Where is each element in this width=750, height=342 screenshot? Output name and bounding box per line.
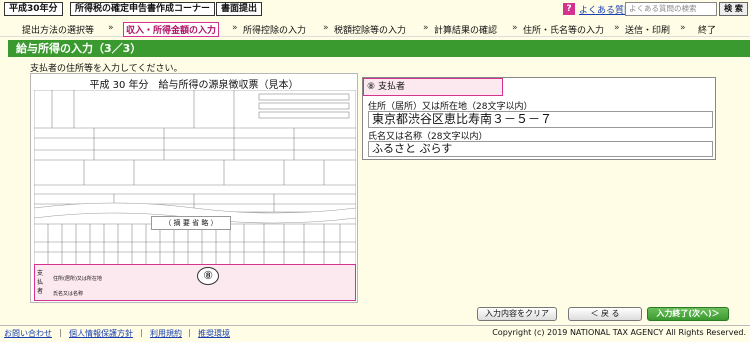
faq-icon[interactable]: ? (563, 3, 575, 15)
footer: お問い合わせ | 個人情報保護方針 | 利用規約 | 推奨環境 Copyrigh… (0, 325, 750, 342)
step-finish: 終了 (698, 26, 717, 36)
step-arrow-icon: » (423, 23, 429, 33)
step-send-print: 送信・印刷 (625, 26, 671, 36)
slip-title: 平成 30 年分 給与所得の源泉徴収票（見本） (89, 80, 299, 91)
paper-submission-button[interactable]: 書面提出 (216, 2, 263, 16)
slip-name-label: 氏名又は名称 (53, 291, 84, 297)
name-input[interactable]: ふるさと ぷらす (368, 141, 713, 157)
step-arrow-icon: » (512, 23, 518, 33)
step-submission-method: 提出方法の選択等 (22, 26, 95, 36)
step-address-input: 住所・氏名等の入力 (523, 26, 605, 36)
payer-marker: ⑧ (197, 267, 219, 285)
payer-side-label: 者 (37, 288, 44, 295)
payer-side-label: 払 (37, 279, 44, 286)
slip-payer-section: 支 払 者 住所(居所)又は所在地 氏名又は名称 ⑧ (34, 264, 356, 301)
faq-search-input[interactable]: よくある質問の検索 (625, 2, 717, 16)
step-arrow-icon: » (680, 23, 686, 33)
clear-input-button[interactable]: 入力内容をクリア (477, 307, 557, 321)
step-arrow-icon: » (232, 23, 238, 33)
step-arrow-icon: » (323, 23, 329, 33)
footer-link-terms[interactable]: 利用規約 (150, 328, 182, 339)
copyright-text: Copyright (c) 2019 NATIONAL TAX AGENCY A… (492, 328, 746, 337)
step-tax-credit-input: 税額控除等の入力 (334, 26, 407, 36)
panel-heading-text: 支払者 (377, 82, 405, 92)
omitted-note: （ 摘 要 省 略 ） (151, 216, 231, 230)
footer-separator: | (188, 328, 191, 337)
panel-marker: ⑧ (367, 82, 376, 92)
address-input[interactable]: 東京都渋谷区恵比寿南３－５－７ (368, 111, 713, 128)
footer-link-environment[interactable]: 推奨環境 (198, 328, 230, 339)
step-arrow-icon: » (108, 23, 114, 33)
slip-address-label: 住所(居所)又は所在地 (53, 276, 102, 282)
slip-grid (34, 90, 356, 265)
footer-link-privacy[interactable]: 個人情報保護方針 (69, 328, 133, 339)
step-deduction-input: 所得控除の入力 (243, 26, 307, 36)
back-button[interactable]: ＜ 戻 る (568, 307, 642, 321)
year-button[interactable]: 平成30年分 (4, 2, 63, 16)
finish-next-button[interactable]: 入力終了(次へ)＞ (647, 307, 729, 321)
page-title: 給与所得の入力（3／3） (8, 40, 750, 57)
step-result-check: 計算結果の確認 (434, 26, 498, 36)
corner-home-button[interactable]: 所得税の確定申告書作成コーナー (70, 2, 216, 16)
search-button[interactable]: 検 索 (719, 2, 748, 16)
withholding-slip-sample: 平成 30 年分 給与所得の源泉徴収票（見本） （ 摘 要 省 略 ） 支 払 … (30, 73, 358, 303)
step-income-input: 収入・所得金額の入力 (123, 22, 220, 37)
footer-separator: | (140, 328, 143, 337)
top-bar: 平成30年分 所得税の確定申告書作成コーナー 書面提出 ? よくある質問 よくあ… (0, 0, 750, 20)
step-navigation: 提出方法の選択等 » 収入・所得金額の入力 » 所得控除の入力 » 税額控除等の… (0, 21, 750, 37)
footer-separator: | (59, 328, 62, 337)
payer-input-panel: ⑧ 支払者 住所（居所）又は所在地（28文字以内） 東京都渋谷区恵比寿南３－５－… (362, 77, 716, 160)
panel-heading: ⑧ 支払者 (363, 78, 503, 96)
footer-link-contact[interactable]: お問い合わせ (4, 328, 52, 339)
payer-side-label: 支 (37, 270, 44, 277)
step-arrow-icon: » (614, 23, 620, 33)
